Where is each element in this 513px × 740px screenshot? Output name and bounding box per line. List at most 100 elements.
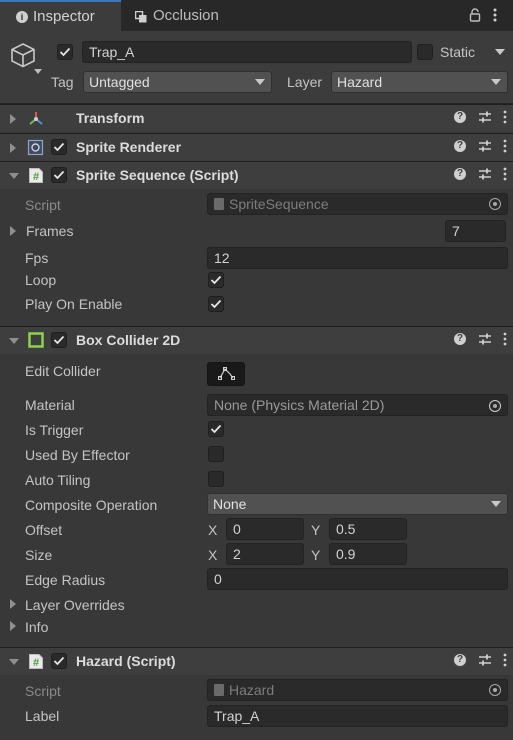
frames-foldout-icon[interactable] <box>10 226 16 236</box>
gameobject-icon-dropdown-icon[interactable] <box>34 69 42 74</box>
offset-y-label[interactable]: Y <box>311 522 320 538</box>
help-icon[interactable]: ? <box>454 111 466 123</box>
hazard-label-value: Trap_A <box>214 708 260 724</box>
tab-occlusion-label: Occlusion <box>153 7 219 24</box>
presets-icon[interactable] <box>478 653 492 670</box>
offset-y-field[interactable]: 0.5 <box>329 518 407 540</box>
box-collider-header[interactable]: Box Collider 2D ? <box>0 326 513 354</box>
hazard-script-object-field: Hazard <box>207 679 508 701</box>
sprite-renderer-enabled-checkbox[interactable] <box>51 139 67 155</box>
layer-dropdown[interactable]: Hazard <box>331 71 508 93</box>
foldout-collapsed-icon[interactable] <box>10 143 16 153</box>
presets-icon[interactable] <box>478 110 492 127</box>
script-icon: # <box>28 167 44 187</box>
hazard-enabled-checkbox[interactable] <box>51 653 67 669</box>
lock-icon[interactable] <box>469 8 481 25</box>
box-collider-enabled-checkbox[interactable] <box>51 332 67 348</box>
hazard-label-field[interactable]: Trap_A <box>207 705 508 727</box>
tab-menu-icon[interactable] <box>492 8 498 25</box>
help-icon[interactable]: ? <box>454 333 466 345</box>
fps-field[interactable]: 12 <box>207 247 508 269</box>
help-icon[interactable]: ? <box>454 654 466 666</box>
gameobject-header: Trap_A Static Tag Untagged Layer Hazard <box>0 31 513 104</box>
component-menu-icon[interactable] <box>502 653 508 670</box>
edit-collider-button[interactable] <box>207 362 245 386</box>
component-menu-icon[interactable] <box>502 167 508 184</box>
composite-operation-label: Composite Operation <box>25 497 158 513</box>
fps-value: 12 <box>214 250 230 266</box>
offset-y-value: 0.5 <box>336 521 356 537</box>
size-x-field[interactable]: 2 <box>226 543 304 565</box>
size-y-field[interactable]: 0.9 <box>329 543 407 565</box>
script-object-field: SpriteSequence <box>207 193 508 215</box>
static-dropdown-icon[interactable] <box>495 49 505 55</box>
sprite-sequence-title: Sprite Sequence (Script) <box>76 167 239 183</box>
composite-operation-dropdown[interactable]: None <box>207 493 508 515</box>
edit-collider-icon <box>218 367 235 380</box>
object-name-field[interactable]: Trap_A <box>82 41 412 63</box>
size-label: Size <box>25 547 53 563</box>
object-picker-icon <box>489 198 501 210</box>
script-label: Script <box>25 197 61 213</box>
presets-icon[interactable] <box>478 167 492 184</box>
size-y-label[interactable]: Y <box>311 547 320 563</box>
hazard-label-label: Label <box>25 708 60 724</box>
sprite-renderer-header[interactable]: Sprite Renderer ? <box>0 133 513 161</box>
offset-x-label[interactable]: X <box>208 522 217 538</box>
material-object-field[interactable]: None (Physics Material 2D) <box>207 394 508 416</box>
tag-dropdown[interactable]: Untagged <box>83 71 272 93</box>
auto-tiling-checkbox[interactable] <box>208 471 224 487</box>
hazard-header[interactable]: # Hazard (Script) ? <box>0 647 513 675</box>
info-label[interactable]: Info <box>25 619 48 635</box>
tab-occlusion[interactable]: Occlusion <box>121 0 251 31</box>
frames-label[interactable]: Frames <box>26 223 73 239</box>
chevron-down-icon <box>491 501 501 507</box>
static-label: Static <box>440 44 476 60</box>
foldout-expanded-icon[interactable] <box>9 338 19 344</box>
sprite-renderer-header-icons: ? <box>441 134 513 160</box>
presets-icon[interactable] <box>478 139 492 156</box>
object-name-value: Trap_A <box>89 44 135 60</box>
play-on-enable-checkbox[interactable] <box>208 296 224 312</box>
script-file-icon <box>214 198 224 210</box>
tab-inspector-label: Inspector <box>33 8 95 25</box>
offset-label: Offset <box>25 522 63 538</box>
frames-value: 7 <box>452 223 460 239</box>
foldout-expanded-icon[interactable] <box>9 659 19 665</box>
box-collider-icon <box>28 332 44 351</box>
size-x-label[interactable]: X <box>208 547 217 563</box>
used-by-effector-label: Used By Effector <box>25 447 130 463</box>
static-checkbox[interactable] <box>417 44 433 60</box>
foldout-collapsed-icon[interactable] <box>10 114 16 124</box>
edit-collider-label: Edit Collider <box>25 363 101 379</box>
transform-header[interactable]: Transform ? <box>0 104 513 132</box>
edge-radius-field[interactable]: 0 <box>207 568 508 590</box>
layer-label: Layer <box>287 74 323 90</box>
sprite-sequence-header-icons: ? <box>441 162 513 188</box>
help-icon[interactable]: ? <box>454 140 466 152</box>
hazard-script-value: Hazard <box>229 682 275 698</box>
component-menu-icon[interactable] <box>502 139 508 156</box>
loop-checkbox[interactable] <box>208 272 224 288</box>
tag-value: Untagged <box>89 74 150 90</box>
presets-icon[interactable] <box>478 332 492 349</box>
object-picker-icon[interactable] <box>489 400 501 412</box>
help-icon[interactable]: ? <box>454 168 466 180</box>
frames-size-field[interactable]: 7 <box>445 220 506 242</box>
tab-inspector[interactable]: i Inspector <box>0 0 121 31</box>
foldout-expanded-icon[interactable] <box>9 173 19 179</box>
used-by-effector-checkbox[interactable] <box>208 446 224 462</box>
component-menu-icon[interactable] <box>502 332 508 349</box>
active-checkbox[interactable] <box>57 44 73 60</box>
sprite-sequence-header[interactable]: # Sprite Sequence (Script) ? <box>0 161 513 189</box>
svg-text:#: # <box>33 657 39 669</box>
layer-overrides-foldout-icon[interactable] <box>10 599 16 609</box>
info-foldout-icon[interactable] <box>10 621 16 631</box>
layer-overrides-label[interactable]: Layer Overrides <box>25 597 125 613</box>
component-menu-icon[interactable] <box>502 110 508 127</box>
sprite-sequence-enabled-checkbox[interactable] <box>51 167 67 183</box>
offset-x-value: 0 <box>233 521 241 537</box>
hazard-script-label: Script <box>25 683 61 699</box>
is-trigger-checkbox[interactable] <box>208 421 224 437</box>
offset-x-field[interactable]: 0 <box>226 518 304 540</box>
